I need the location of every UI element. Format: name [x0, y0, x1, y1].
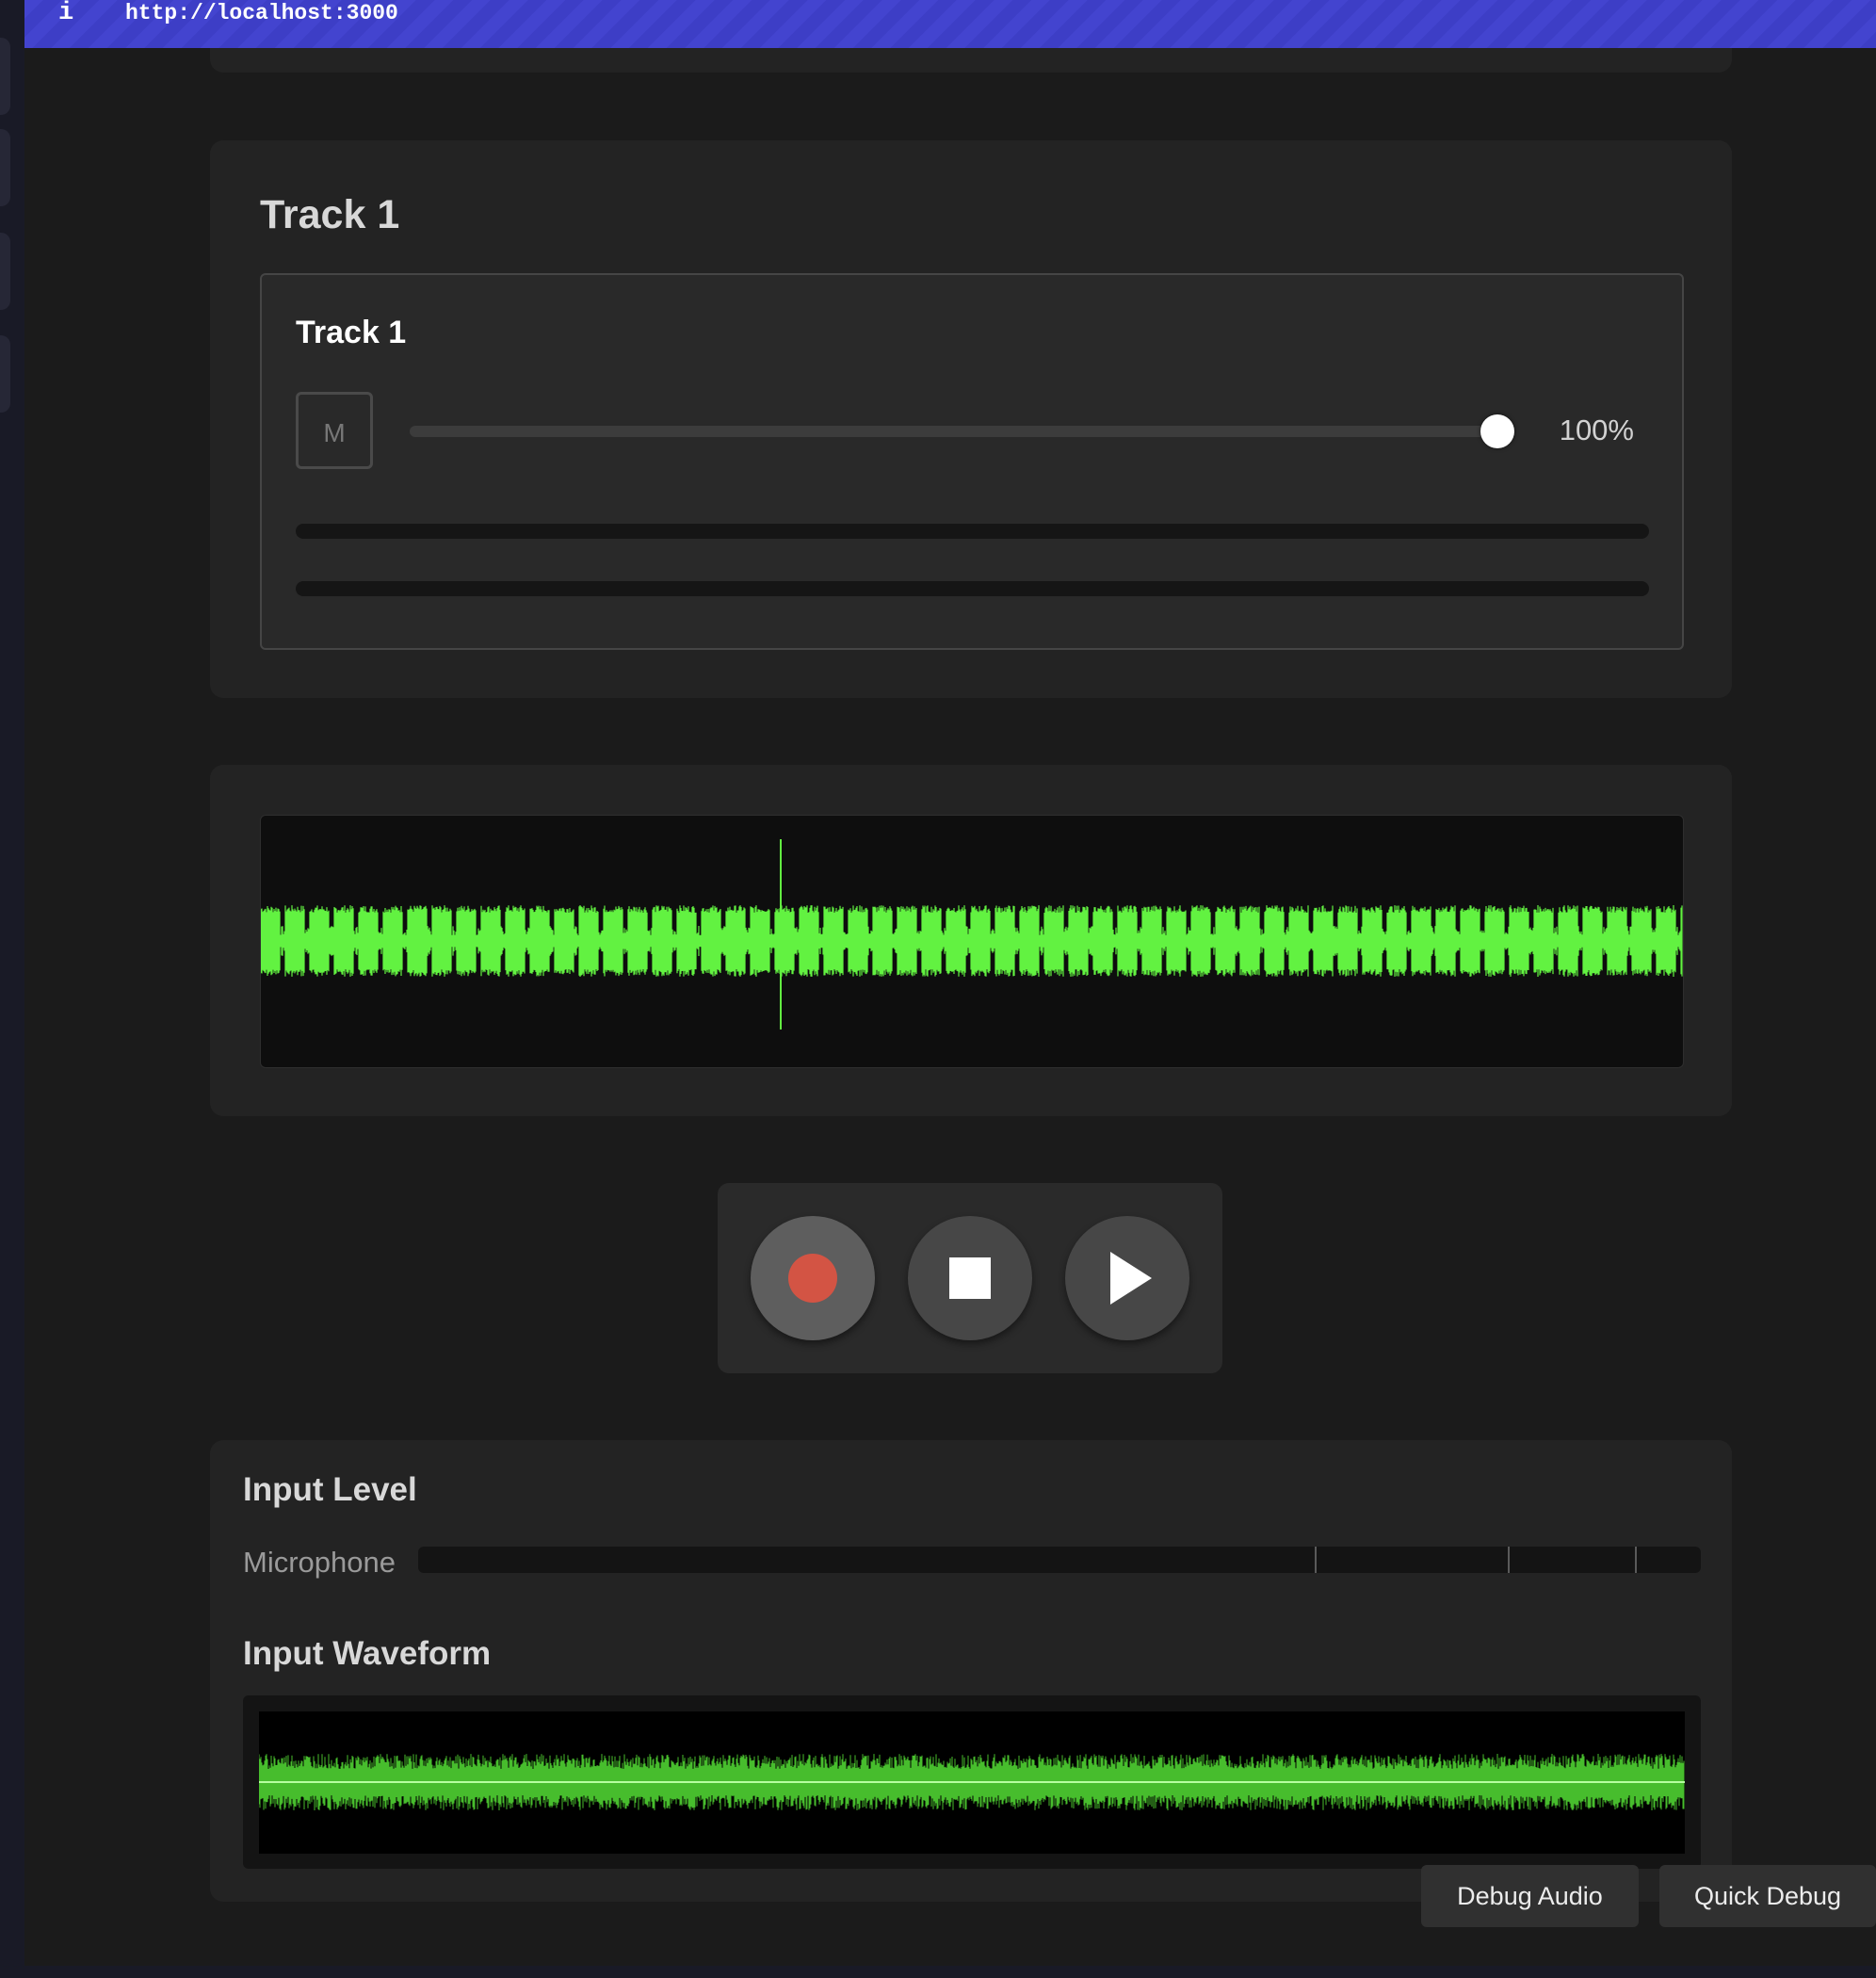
record-icon — [788, 1254, 837, 1303]
level-tick — [1508, 1547, 1510, 1573]
panel-title: Track 1 — [260, 192, 400, 237]
input-level-title: Input Level — [243, 1471, 417, 1508]
bottom-window-strip — [0, 1966, 1876, 1978]
track-meter-right — [296, 581, 1649, 596]
volume-slider-thumb[interactable] — [1480, 414, 1514, 448]
left-window-strip — [0, 0, 24, 1978]
level-tick — [1635, 1547, 1637, 1573]
input-waveform-display — [243, 1695, 1701, 1869]
mute-button[interactable]: M — [296, 392, 373, 469]
input-waveform-title: Input Waveform — [243, 1635, 492, 1672]
track-waveform-display[interactable] — [260, 815, 1684, 1068]
track-panel: Track 1 Track 1 M 100% — [210, 140, 1732, 698]
side-tab[interactable] — [0, 335, 10, 413]
track-card: Track 1 M 100% — [260, 273, 1684, 650]
play-icon — [1110, 1252, 1152, 1305]
volume-slider[interactable] — [410, 414, 1514, 448]
waveform-panel — [210, 765, 1732, 1116]
input-level-meter — [418, 1547, 1701, 1573]
track-waveform — [261, 839, 1683, 1030]
track-meter-left — [296, 524, 1649, 539]
quick-debug-button[interactable]: Quick Debug — [1659, 1865, 1876, 1927]
record-button[interactable] — [751, 1216, 875, 1340]
previous-panel — [210, 48, 1732, 73]
info-icon[interactable]: i — [58, 0, 73, 27]
input-waveform — [259, 1754, 1685, 1810]
side-tab[interactable] — [0, 38, 10, 115]
level-tick — [1315, 1547, 1317, 1573]
volume-value: 100% — [1559, 413, 1634, 446]
stop-button[interactable] — [908, 1216, 1032, 1340]
side-tab[interactable] — [0, 129, 10, 206]
url-text[interactable]: http://localhost:3000 — [125, 0, 398, 26]
app-main: Track 1 Track 1 M 100% Input Level Micro… — [24, 48, 1876, 1966]
track-name: Track 1 — [296, 315, 407, 350]
play-button[interactable] — [1065, 1216, 1189, 1340]
side-tab[interactable] — [0, 233, 10, 310]
debug-audio-button[interactable]: Debug Audio — [1421, 1865, 1639, 1927]
transport-controls — [718, 1183, 1222, 1373]
browser-address-bar: i http://localhost:3000 — [24, 0, 1876, 48]
stop-icon — [949, 1257, 991, 1299]
microphone-label: Microphone — [243, 1546, 396, 1579]
input-panel: Input Level Microphone Input Waveform — [210, 1440, 1732, 1902]
